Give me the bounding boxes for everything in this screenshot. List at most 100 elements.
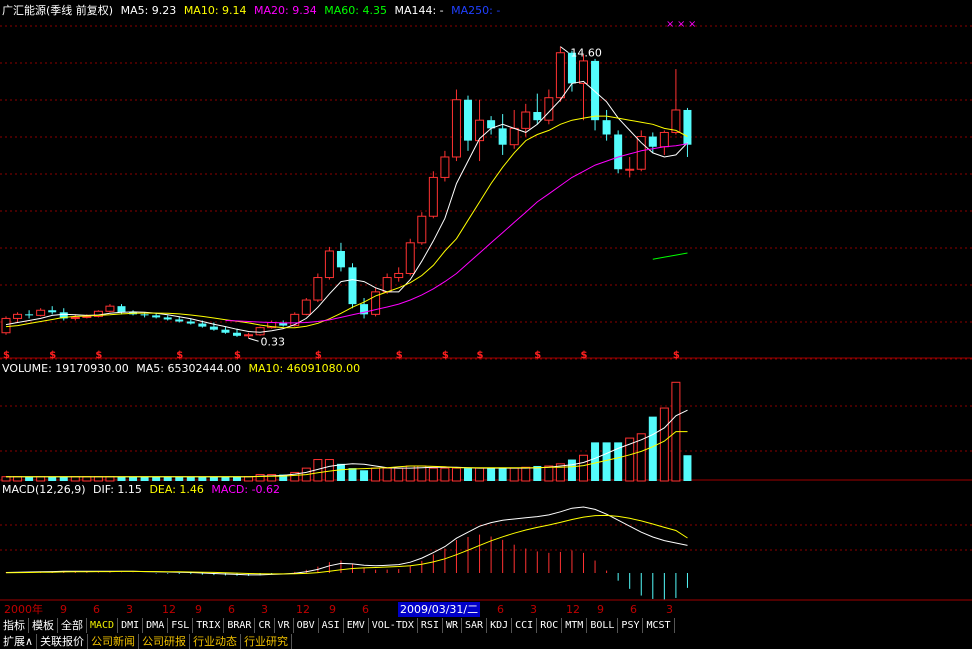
candle-body-up [625, 168, 635, 171]
volume-bar-down [591, 442, 600, 481]
time-axis[interactable]: 2009/03/31/二 2000年 9 6 3 12 9 6 3 12 9 6 6 3 12 9 6 3 [0, 602, 972, 618]
indicator-tab-vol-tdx[interactable]: VOL-TDX [369, 618, 418, 633]
ma5-line [5, 80, 688, 333]
volume-bar-down [129, 476, 138, 481]
volume-panel-header: VOLUME: 19170930.00 MA5: 65302444.00 MA1… [2, 362, 364, 376]
indicator-tab-rsi[interactable]: RSI [418, 618, 443, 633]
candle-body-up [36, 309, 46, 316]
indicator-tab-fsl[interactable]: FSL [168, 618, 194, 633]
volume-bar-up [440, 467, 450, 482]
candle-body-up [451, 99, 461, 158]
dividend-marker: $ [442, 350, 449, 361]
indicator-tab-emv[interactable]: EMV [344, 618, 369, 633]
indicator-tab-trix[interactable]: TRIX [193, 618, 225, 633]
ma5-label: MA5: 9.23 [120, 4, 177, 17]
indicator-tab-macd[interactable]: MACD [87, 618, 119, 633]
candle-body-down [683, 109, 692, 145]
volume-bar-down [360, 470, 369, 481]
candle-body-up [671, 109, 681, 133]
low-marker-line [248, 337, 259, 342]
indicator-tab-dmi[interactable]: DMI [118, 618, 144, 633]
volume-bar-up [509, 467, 519, 482]
dividend-marker: $ [396, 350, 403, 361]
stock-title: 广汇能源(季线 前复权) [2, 4, 114, 17]
info-tab[interactable]: 关联报价 [37, 634, 89, 649]
candle-body-up [301, 299, 311, 315]
volume-bar-down [140, 476, 149, 481]
candle-body-up [394, 272, 404, 279]
candle-body-up [313, 277, 323, 301]
candle-body-up [521, 111, 531, 129]
indicator-tab-指标[interactable]: 指标 [0, 618, 29, 633]
indicator-tab-mtm[interactable]: MTM [562, 618, 588, 633]
indicator-tab-asi[interactable]: ASI [319, 618, 344, 633]
candle-body-up [70, 316, 80, 319]
candle-body-down [336, 250, 345, 268]
candle-body-down [117, 306, 126, 313]
indicator-tab-cci[interactable]: CCI [512, 618, 538, 633]
ma10-line [5, 115, 688, 329]
time-axis-label: 12 [296, 603, 310, 616]
volume-bar-up [93, 476, 103, 482]
dividend-marker: $ [534, 350, 541, 361]
stock-chart[interactable]: 14.600.33× × ×$ $ $ $ $ $ $ $ $ $ $ $ [0, 0, 972, 649]
candle-body-up [659, 131, 669, 148]
volume-bar-down [648, 416, 657, 481]
indicator-tab-dma[interactable]: DMA [143, 618, 169, 633]
high-marker-line [560, 46, 569, 54]
indicator-tab-boll[interactable]: BOLL [587, 618, 619, 633]
dividend-marker: $ [234, 350, 241, 361]
macd-value-label: MACD: -0.62 [211, 483, 281, 496]
info-tab[interactable]: 公司研报 [139, 634, 191, 649]
dividend-marker: $ [477, 350, 484, 361]
vol-ma5-label: MA5: 65302444.00 [136, 362, 241, 375]
dividend-marker: $ [673, 350, 680, 361]
volume-bar-up [255, 474, 265, 482]
info-tab[interactable]: 公司新闻 [88, 634, 140, 649]
indicator-tab-模板[interactable]: 模板 [29, 618, 58, 633]
volume-bar-up [36, 476, 46, 482]
indicator-tab-mcst[interactable]: MCST [643, 618, 675, 633]
info-tab[interactable]: 行业动态 [190, 634, 242, 649]
volume-bar-down [25, 476, 34, 481]
event-marker: × [677, 19, 685, 30]
info-tab-bar: 扩展∧ 关联报价 公司新闻 公司研报 行业动态 行业研究 [0, 634, 972, 649]
indicator-tab-wr[interactable]: WR [443, 618, 463, 633]
info-tab[interactable]: 行业研究 [241, 634, 293, 649]
indicator-tab-psy[interactable]: PSY [618, 618, 644, 633]
indicator-tab-bar: 指标 模板 全部 MACD DMI DMA FSL TRIX BRAR CR VR OBV ASI EMV… [0, 618, 972, 633]
dividend-marker: $ [95, 350, 102, 361]
candle-body-up [405, 242, 415, 274]
volume-bar-down [59, 476, 68, 481]
indicator-tab-cr[interactable]: CR [255, 618, 275, 633]
indicator-tab-kdj[interactable]: KDJ [487, 618, 513, 633]
time-axis-label: 2000年 [4, 603, 43, 616]
macd-panel-header: MACD(12,26,9) DIF: 1.15 DEA: 1.46 MACD: … [2, 483, 284, 497]
indicator-tab-roc[interactable]: ROC [537, 618, 563, 633]
indicator-tab-vr[interactable]: VR [275, 618, 294, 633]
info-tab[interactable]: 扩展∧ [0, 634, 38, 649]
candle-body-up [244, 334, 254, 337]
indicator-tab-obv[interactable]: OBV [294, 618, 319, 633]
candle-body-down [614, 134, 623, 170]
ma60-line [652, 252, 688, 260]
candle-body-up [475, 119, 485, 142]
candle-body-up [440, 156, 450, 178]
indicator-tab-全部[interactable]: 全部 [58, 618, 87, 633]
candle-body-down [498, 128, 507, 145]
low-price-label: 0.33 [261, 335, 286, 348]
high-price-label: 14.60 [570, 47, 602, 60]
time-axis-label: 3 [261, 603, 268, 616]
candle-body-up [105, 305, 115, 312]
indicator-tab-sar[interactable]: SAR [462, 618, 488, 633]
price-panel-header: 广汇能源(季线 前复权) MA5: 9.23 MA10: 9.14 MA20: … [2, 4, 504, 18]
volume-bar-down [567, 459, 576, 481]
volume-label: VOLUME: 19170930.00 [2, 362, 129, 375]
time-axis-label: 3 [530, 603, 537, 616]
candle-body-down [648, 136, 657, 147]
candle-body-up [13, 313, 23, 319]
time-axis-label: 9 [597, 603, 604, 616]
volume-bar-up [659, 407, 669, 482]
volume-bar-up [579, 454, 588, 482]
indicator-tab-brar[interactable]: BRAR [224, 618, 256, 633]
